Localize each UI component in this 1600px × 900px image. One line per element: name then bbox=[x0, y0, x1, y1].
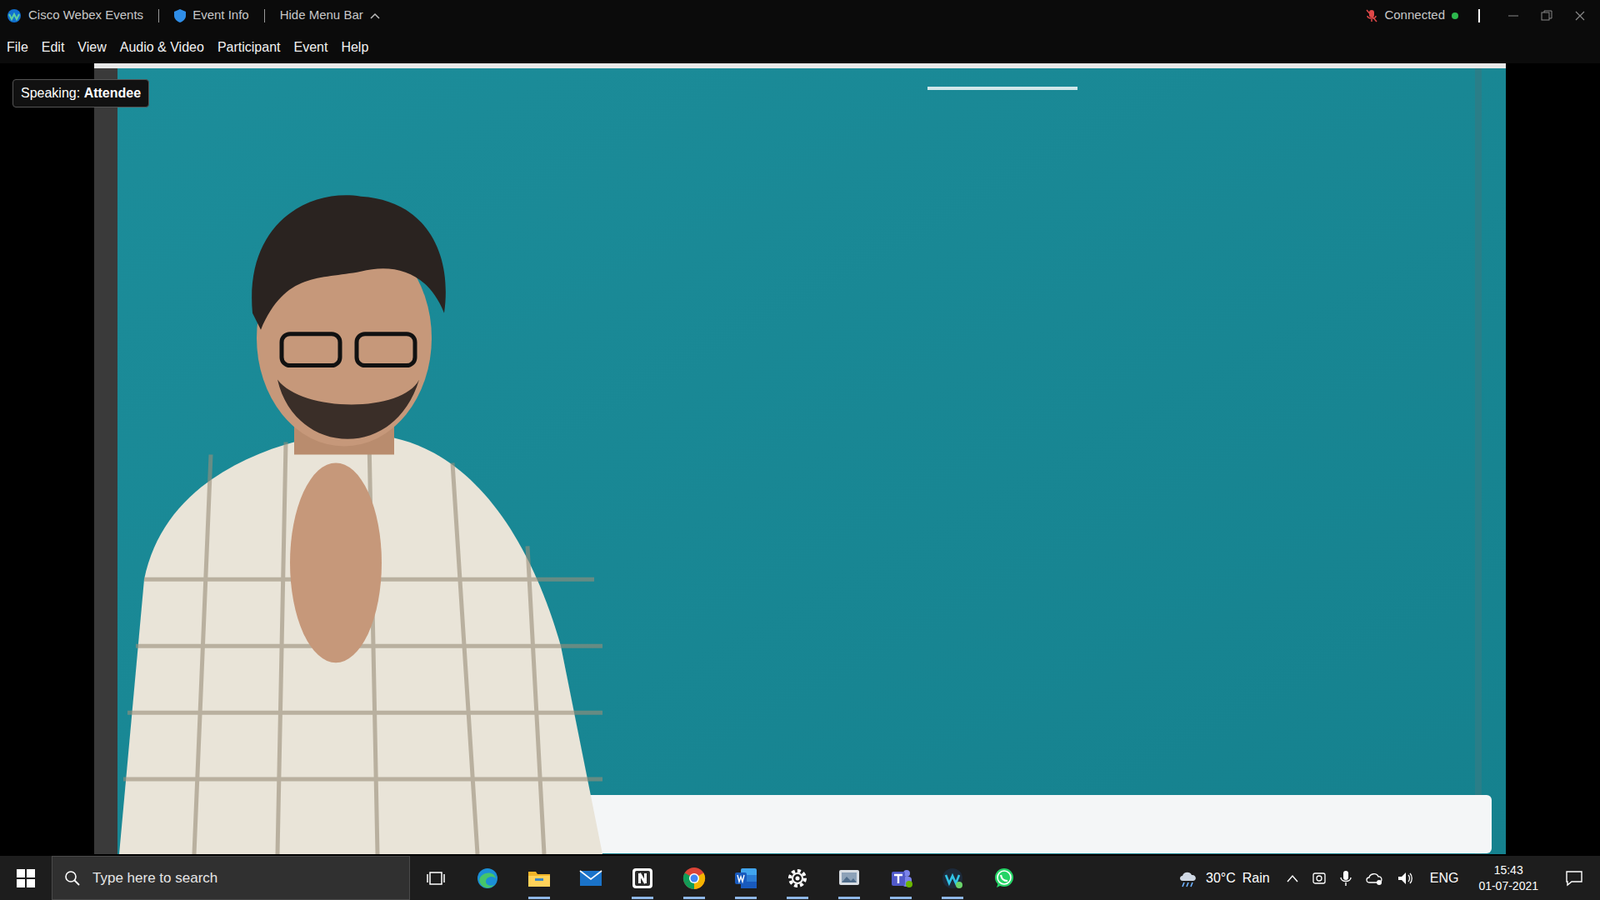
menu-item[interactable]: Participant bbox=[210, 34, 288, 61]
weather-temperature: 30°C bbox=[1205, 868, 1236, 889]
start-button[interactable] bbox=[0, 855, 52, 900]
input-language[interactable]: ENG bbox=[1423, 868, 1466, 889]
menu-item[interactable]: Event bbox=[286, 34, 335, 61]
caret-up-icon bbox=[370, 12, 380, 20]
taskbar-app[interactable] bbox=[513, 855, 565, 900]
onedrive-icon[interactable] bbox=[1361, 870, 1387, 886]
webex-window: Cisco Webex Events Event Info Hide Menu Ba… bbox=[0, 0, 1600, 900]
settings-icon bbox=[786, 867, 809, 890]
menu-item[interactable]: Help bbox=[334, 34, 375, 61]
rain-cloud-icon bbox=[1177, 869, 1200, 888]
taskbar-app[interactable] bbox=[771, 855, 824, 900]
menu-item[interactable]: File bbox=[0, 34, 35, 61]
taskbar-app[interactable] bbox=[668, 855, 720, 900]
speaking-indicator: Speaking: Attendee bbox=[12, 79, 150, 108]
whatsapp-icon bbox=[992, 866, 1016, 890]
event-info-button[interactable]: Event Info bbox=[174, 5, 250, 25]
connection-status: Connected bbox=[1384, 5, 1445, 25]
taskbar-app[interactable] bbox=[978, 855, 1030, 900]
video-frame bbox=[94, 63, 1506, 855]
running-indicator bbox=[683, 896, 705, 900]
taskbar-app[interactable] bbox=[616, 855, 669, 900]
running-indicator bbox=[838, 896, 860, 900]
camera-icon[interactable] bbox=[1308, 870, 1330, 886]
speaking-label: Speaking: bbox=[20, 85, 80, 100]
webex-logo-icon bbox=[6, 8, 22, 24]
speaker-name: Attendee bbox=[84, 85, 141, 100]
title-bar: Cisco Webex Events Event Info Hide Menu Ba… bbox=[0, 0, 1600, 31]
explorer-icon bbox=[527, 868, 551, 889]
title-left: Cisco Webex Events Event Info Hide Menu Ba… bbox=[6, 5, 380, 25]
chrome-icon bbox=[682, 866, 706, 890]
restore-icon[interactable] bbox=[1533, 9, 1560, 23]
taskbar-app[interactable] bbox=[926, 855, 979, 900]
show-hidden-icons-icon[interactable] bbox=[1283, 874, 1302, 883]
clock[interactable]: 15:4301-07-2021 bbox=[1471, 862, 1545, 895]
divider-bar bbox=[1478, 9, 1480, 23]
close-icon[interactable] bbox=[1566, 9, 1594, 23]
minimize-icon[interactable] bbox=[1500, 9, 1527, 23]
notifications-icon[interactable] bbox=[1551, 870, 1597, 887]
system-tray: 30°CRainENG15:4301-07-2021 bbox=[1170, 862, 1600, 895]
speaker-icon[interactable] bbox=[1393, 870, 1417, 886]
app-title: Cisco Webex Events bbox=[28, 5, 144, 25]
taskview-icon bbox=[426, 870, 445, 887]
title-right: Connected bbox=[1365, 5, 1594, 25]
muted-mic-icon bbox=[1365, 9, 1378, 23]
taskbar-search bbox=[51, 855, 410, 900]
event-info-label[interactable]: Event Info bbox=[192, 5, 250, 25]
menu-item[interactable]: Edit bbox=[35, 34, 72, 61]
weather-widget[interactable]: 30°C Rain bbox=[1170, 868, 1277, 889]
webex-icon bbox=[940, 866, 965, 890]
running-indicator bbox=[786, 896, 809, 900]
weather-condition: Rain bbox=[1242, 868, 1270, 889]
video-stage: Speaking: Attendee bbox=[0, 63, 1600, 856]
running-indicator bbox=[631, 896, 654, 900]
taskbar: 30°CRainENG15:4301-07-2021 bbox=[0, 855, 1600, 900]
taskbar-app[interactable] bbox=[823, 855, 875, 900]
mail-icon bbox=[579, 869, 603, 888]
taskbar-app[interactable] bbox=[461, 855, 514, 900]
running-indicator bbox=[528, 896, 550, 900]
taskbar-app[interactable] bbox=[565, 855, 617, 900]
viewer-icon bbox=[837, 868, 861, 889]
running-indicator bbox=[890, 896, 912, 900]
taskbar-app[interactable] bbox=[875, 855, 927, 900]
clock-time[interactable]: 15:43 bbox=[1478, 862, 1539, 879]
word-icon bbox=[734, 867, 758, 890]
microphone-icon[interactable] bbox=[1336, 870, 1355, 887]
notes-icon bbox=[631, 867, 654, 890]
menu-item[interactable]: Audio & Video bbox=[113, 34, 211, 61]
edge-icon bbox=[475, 866, 500, 890]
search-icon bbox=[64, 870, 81, 887]
taskbar-app[interactable] bbox=[720, 855, 772, 900]
shield-icon bbox=[174, 9, 186, 23]
menu-item[interactable]: View bbox=[70, 34, 113, 61]
teams-icon bbox=[889, 867, 913, 890]
menu-bar: FileEditViewAudio & VideoParticipantEven… bbox=[0, 30, 1600, 64]
clock-date[interactable]: 01-07-2021 bbox=[1478, 878, 1539, 895]
hide-menu-label[interactable]: Hide Menu Bar bbox=[280, 5, 364, 25]
running-indicator bbox=[941, 896, 964, 900]
status-dot bbox=[1451, 12, 1459, 20]
windows-logo-icon bbox=[16, 869, 35, 888]
search-input[interactable] bbox=[90, 866, 398, 890]
running-indicator bbox=[735, 896, 757, 900]
hide-menu-button[interactable]: Hide Menu Bar bbox=[280, 5, 380, 25]
separator bbox=[264, 9, 265, 23]
taskbar-app[interactable] bbox=[410, 855, 462, 900]
separator bbox=[158, 9, 160, 23]
